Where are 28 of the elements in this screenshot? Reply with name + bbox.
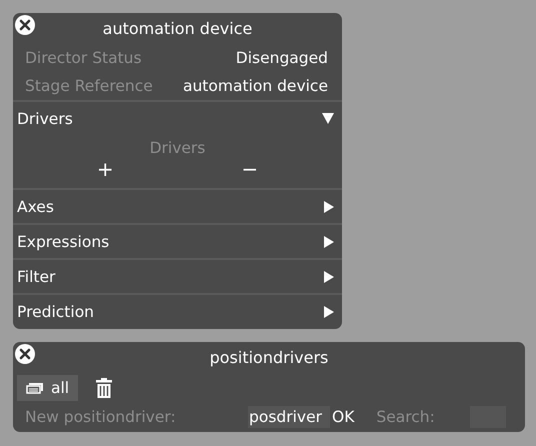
name-field[interactable]: posdriver xyxy=(248,406,330,428)
section-header[interactable]: Expressions xyxy=(17,232,110,250)
filter-button[interactable]: all xyxy=(17,375,78,401)
window-title: automation device xyxy=(102,19,252,38)
property-value: automation device xyxy=(182,77,328,95)
field-label: Search: xyxy=(376,408,436,426)
remove-button[interactable]: − xyxy=(233,157,266,181)
expand-triangle-icon[interactable] xyxy=(324,306,334,318)
trash-icon[interactable] xyxy=(96,378,112,398)
window-title: positiondrivers xyxy=(210,348,328,367)
section-header[interactable]: Axes xyxy=(17,198,54,216)
collapse-triangle-icon[interactable] xyxy=(322,113,334,124)
field-label: New positiondriver: xyxy=(25,408,177,426)
property-label: Stage Reference xyxy=(25,77,153,95)
list-title: Drivers xyxy=(150,139,206,157)
section-header[interactable]: Drivers xyxy=(17,110,73,128)
expand-triangle-icon[interactable] xyxy=(324,200,334,212)
property-value: Disengaged xyxy=(236,49,328,67)
add-button[interactable]: + xyxy=(88,157,122,181)
section-header[interactable]: Filter xyxy=(17,268,56,286)
list-icon xyxy=(26,382,44,394)
expand-triangle-icon[interactable] xyxy=(324,236,334,248)
ok-button[interactable]: OK xyxy=(330,408,356,426)
expand-triangle-icon[interactable] xyxy=(324,270,334,282)
close-icon[interactable] xyxy=(15,344,35,364)
section-header[interactable]: Prediction xyxy=(17,302,94,320)
close-icon[interactable] xyxy=(15,15,35,35)
property-label: Director Status xyxy=(25,49,142,67)
